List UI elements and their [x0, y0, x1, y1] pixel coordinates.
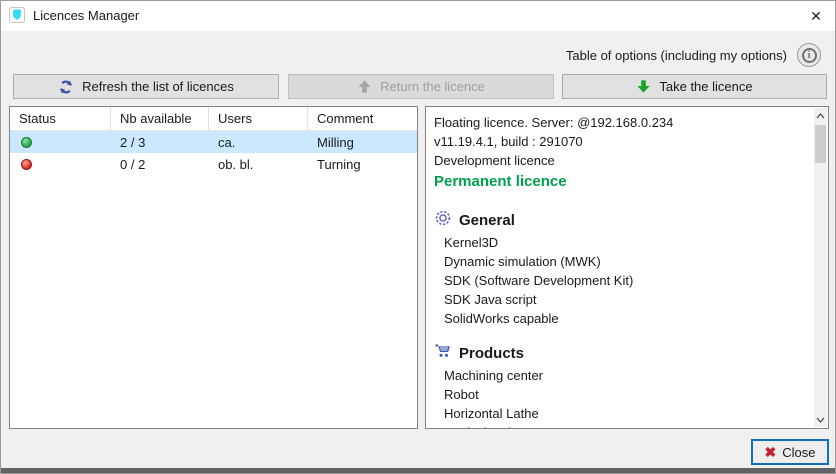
- licence-option: Vertical Lathe: [434, 423, 806, 429]
- table-row[interactable]: 2 / 3 ca. Milling: [10, 131, 417, 153]
- licence-type-line: Development licence: [434, 151, 806, 170]
- licence-option: Robot: [434, 385, 806, 404]
- details-scrollbar[interactable]: [814, 108, 827, 427]
- take-button-label: Take the licence: [659, 79, 752, 94]
- status-green-icon: [21, 137, 32, 148]
- cell-comment: Turning: [308, 157, 417, 172]
- licences-table: Status Nb available Users Comment 2 / 3 …: [9, 106, 418, 429]
- permanent-licence-line: Permanent licence: [434, 171, 806, 193]
- close-button-label: Close: [782, 445, 815, 460]
- app-shield-icon: [9, 7, 25, 23]
- arrow-up-icon: [357, 79, 372, 94]
- licence-option: SolidWorks capable: [434, 309, 806, 328]
- licences-manager-window: Licences Manager ✕ Table of options (inc…: [0, 0, 836, 474]
- arrow-down-icon: [636, 79, 651, 94]
- cell-nb-available: 0 / 2: [111, 157, 209, 172]
- licence-option: Dynamic simulation (MWK): [434, 252, 806, 271]
- options-label: Table of options (including my options): [566, 47, 787, 65]
- close-x-icon: ✖: [765, 445, 777, 459]
- cart-icon: [434, 342, 452, 366]
- licence-option: Kernel3D: [434, 233, 806, 252]
- column-header-status[interactable]: Status: [10, 107, 111, 130]
- server-line: Floating licence. Server: @192.168.0.234: [434, 113, 806, 132]
- cell-comment: Milling: [308, 135, 417, 150]
- scroll-up-icon[interactable]: [814, 108, 827, 123]
- licence-option: Machining center: [434, 366, 806, 385]
- column-header-nb-available[interactable]: Nb available: [111, 107, 209, 130]
- window-close-icon[interactable]: ✕: [795, 1, 836, 31]
- table-header: Status Nb available Users Comment: [10, 107, 417, 131]
- refresh-icon: [58, 79, 74, 95]
- window-title: Licences Manager: [33, 1, 139, 31]
- licence-option: SDK Java script: [434, 290, 806, 309]
- title-bar: Licences Manager ✕: [1, 1, 836, 31]
- background-window-edge: [1, 468, 836, 473]
- column-header-users[interactable]: Users: [209, 107, 308, 130]
- products-items: Machining center Robot Horizontal Lathe …: [434, 366, 806, 429]
- section-title: Products: [459, 344, 524, 364]
- licence-option: SDK (Software Development Kit): [434, 271, 806, 290]
- cell-users: ob. bl.: [209, 157, 308, 172]
- close-button[interactable]: ✖ Close: [751, 439, 829, 465]
- info-icon: i: [802, 48, 817, 63]
- scrollbar-thumb[interactable]: [815, 125, 826, 163]
- general-items: Kernel3D Dynamic simulation (MWK) SDK (S…: [434, 233, 806, 328]
- return-button-label: Return the licence: [380, 79, 485, 94]
- section-title: General: [459, 211, 515, 231]
- section-header-general: General: [434, 209, 806, 233]
- cell-nb-available: 2 / 3: [111, 135, 209, 150]
- status-red-icon: [21, 159, 32, 170]
- version-line: v11.19.4.1, build : 291070: [434, 132, 806, 151]
- refresh-button-label: Refresh the list of licences: [82, 79, 234, 94]
- take-licence-button[interactable]: Take the licence: [562, 74, 827, 99]
- return-licence-button[interactable]: Return the licence: [288, 74, 554, 99]
- scroll-down-icon[interactable]: [814, 412, 827, 427]
- column-header-comment[interactable]: Comment: [308, 107, 417, 130]
- gear-icon: [434, 209, 452, 233]
- table-row[interactable]: 0 / 2 ob. bl. Turning: [10, 153, 417, 175]
- section-header-products: Products: [434, 342, 806, 366]
- refresh-licences-button[interactable]: Refresh the list of licences: [13, 74, 279, 99]
- licence-details-panel: Floating licence. Server: @192.168.0.234…: [425, 106, 829, 429]
- info-button[interactable]: i: [797, 43, 821, 67]
- cell-users: ca.: [209, 135, 308, 150]
- licence-option: Horizontal Lathe: [434, 404, 806, 423]
